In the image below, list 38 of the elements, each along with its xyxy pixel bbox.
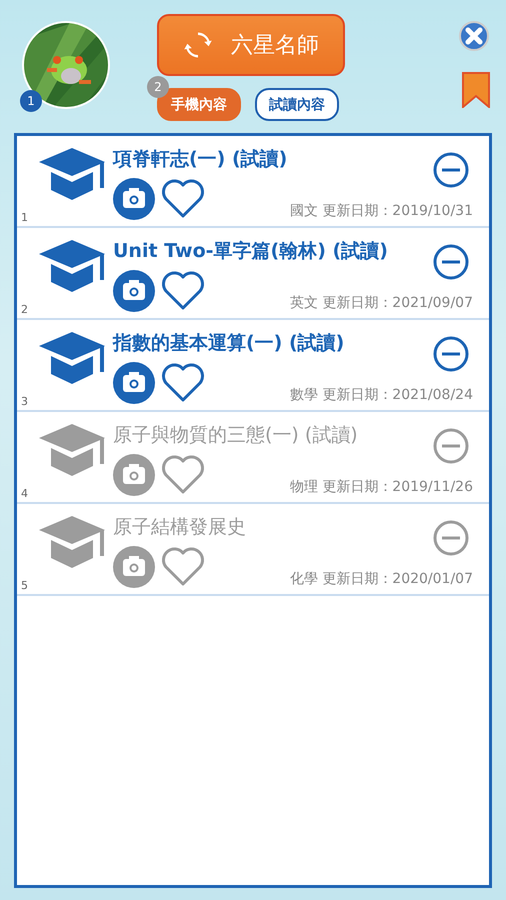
update-date: 數學 更新日期：2021/08/24 — [290, 386, 473, 404]
row-number: 5 — [21, 579, 28, 592]
course-title: 項脊軒志(一) (試讀) — [113, 147, 288, 172]
camera-icon[interactable] — [113, 270, 155, 312]
graduation-cap-icon — [37, 514, 107, 568]
course-title: 原子結構發展史 — [113, 515, 247, 540]
count-badge: 2 — [147, 76, 169, 98]
course-title: 原子與物質的三態(一) (試讀) — [113, 423, 359, 448]
remove-icon[interactable] — [433, 336, 469, 372]
graduation-cap-icon — [37, 330, 107, 384]
heart-icon[interactable] — [161, 179, 205, 219]
tab[interactable]: 試讀內容 — [255, 88, 339, 121]
remove-icon[interactable] — [433, 244, 469, 280]
course-title: Unit Two-單字篇(翰林) (試讀) — [113, 239, 389, 264]
update-date: 英文 更新日期：2021/09/07 — [290, 294, 473, 312]
bookmark-icon[interactable] — [462, 72, 490, 108]
course-title: 指數的基本運算(一) (試讀) — [113, 331, 346, 356]
graduation-cap-icon — [37, 238, 107, 292]
remove-icon[interactable] — [433, 152, 469, 188]
row-number: 3 — [21, 395, 28, 408]
camera-icon[interactable] — [113, 362, 155, 404]
refresh-icon — [183, 30, 213, 60]
heart-icon[interactable] — [161, 363, 205, 403]
close-icon[interactable] — [458, 20, 490, 52]
count-badge: 1 — [20, 90, 42, 112]
heart-icon[interactable] — [161, 271, 205, 311]
graduation-cap-icon — [37, 422, 107, 476]
update-date: 化學 更新日期：2020/01/07 — [290, 570, 473, 588]
update-date: 國文 更新日期：2019/10/31 — [290, 202, 473, 220]
row-number: 2 — [21, 303, 28, 316]
graduation-cap-icon — [37, 146, 107, 200]
row-number: 1 — [21, 211, 28, 224]
course-row[interactable]: 1 項脊軒志(一) (試讀) 國文 更新日期：2019/10/31 — [17, 136, 489, 228]
update-date: 物理 更新日期：2019/11/26 — [290, 478, 473, 496]
course-row[interactable]: 2 Unit Two-單字篇(翰林) (試讀) 英文 更新日期：2021/09/07 — [17, 228, 489, 320]
row-number: 4 — [21, 487, 28, 500]
course-row[interactable]: 3 指數的基本運算(一) (試讀) 數學 更新日期：2021/08/24 — [17, 320, 489, 412]
camera-icon[interactable] — [113, 178, 155, 220]
